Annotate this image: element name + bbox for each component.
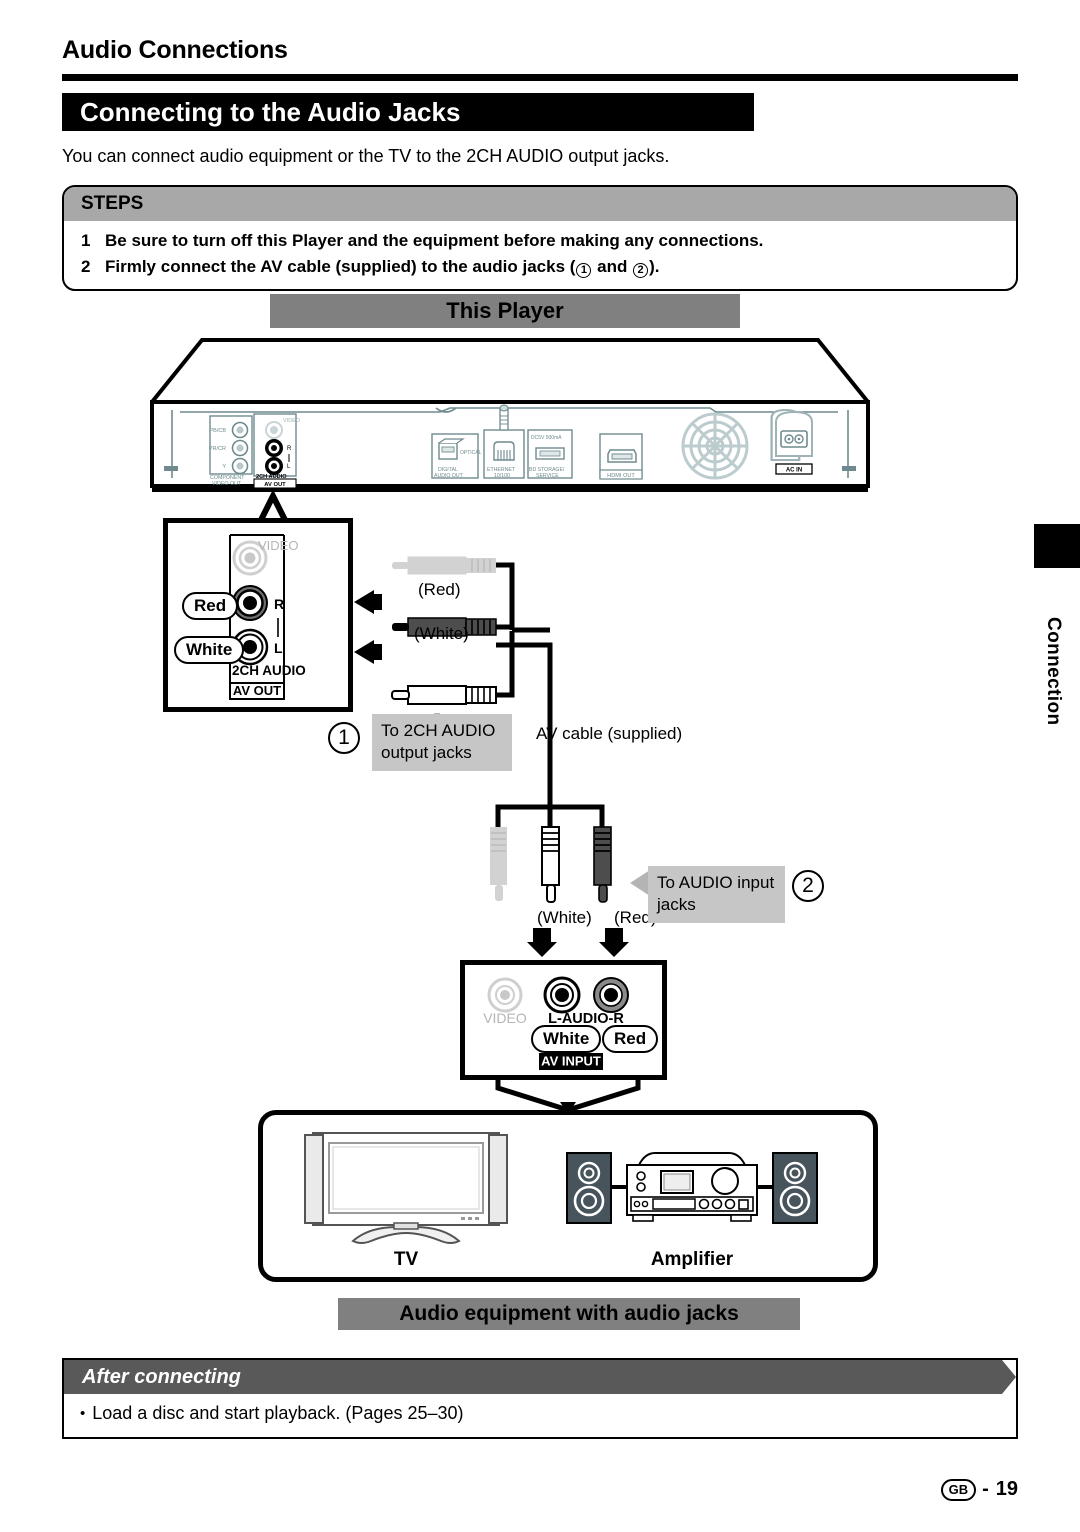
footer-dash: - xyxy=(982,1478,989,1500)
step-number: 1 xyxy=(81,231,91,250)
detail-channel-l: L xyxy=(274,640,283,656)
tv-illustration xyxy=(304,1132,508,1244)
after-connecting-heading: After connecting xyxy=(64,1360,1016,1394)
usb-power-label: DC5V 500mA xyxy=(531,435,562,441)
component-label-pb: PB/CB xyxy=(209,428,226,434)
steps-heading: STEPS xyxy=(64,187,1016,221)
page-header: Audio Connections Connecting to the Audi… xyxy=(62,36,1018,167)
component-caption-2: VIDEO OUT xyxy=(212,481,242,487)
plug-video-bottom xyxy=(490,827,507,901)
plug-red-bottom xyxy=(593,826,612,903)
plug-white-top xyxy=(391,685,497,705)
step-item: 1 Be sure to turn off this Player and th… xyxy=(81,228,1016,254)
hdmi-caption: HDMI OUT xyxy=(607,473,635,479)
section-title: Audio Connections xyxy=(62,36,288,64)
player-rear-panel-illustration: PB/CB PR/CR Y COMPONENT VIDEO OUT VIDEO … xyxy=(147,338,873,498)
callout-2-line2: jacks xyxy=(657,894,696,914)
avin-video-label: VIDEO xyxy=(483,1010,527,1026)
callout-2-text: To AUDIO input jacks xyxy=(648,866,785,923)
bullet-icon: • xyxy=(80,1405,86,1422)
connection-arrows-lower xyxy=(527,928,629,957)
plug-label-red-top: (Red) xyxy=(418,580,461,599)
page-number: 19 xyxy=(995,1478,1018,1500)
after-connecting-body: • Load a disc and start playback. (Pages… xyxy=(64,1394,1016,1437)
detail-channel-r: R xyxy=(274,596,284,612)
callout-marker-1: 1 xyxy=(328,722,360,754)
steps-box: STEPS 1 Be sure to turn off this Player … xyxy=(62,185,1018,291)
ac-in-caption: AC IN xyxy=(786,468,802,474)
amplifier-label: Amplifier xyxy=(650,1249,734,1270)
connection-arrows-upper xyxy=(354,590,382,664)
step-text: Firmly connect the AV cable (supplied) t… xyxy=(105,254,659,280)
region-badge: GB xyxy=(940,1478,977,1501)
step-text-after: ). xyxy=(649,256,660,276)
callout-1-line1: To 2CH AUDIO xyxy=(381,721,496,740)
component-label-pr: PR/CR xyxy=(209,446,226,452)
equipment-bracket xyxy=(495,1078,641,1114)
detail-av-out-caption: AV OUT xyxy=(233,683,281,698)
after-connecting-box: After connecting • Load a disc and start… xyxy=(62,1358,1018,1439)
avin-caption: AV INPUT xyxy=(541,1054,601,1069)
optical-label: OPTICAL xyxy=(460,450,482,456)
callout-1-text: To 2CH AUDIO output jacks xyxy=(372,714,512,771)
step-number: 2 xyxy=(81,256,91,276)
rear-av-out-caption: AV OUT xyxy=(264,482,286,488)
plug-white-bottom xyxy=(541,826,560,903)
detail-2ch-audio-caption: 2CH AUDIO xyxy=(232,663,306,678)
av-out-detail-panel: VIDEO R L 2CH AUDIO AV OUT Red White xyxy=(163,518,353,712)
page-footer: GB - 19 xyxy=(940,1478,1018,1501)
audio-equipment-caption: Audio equipment with audio jacks xyxy=(338,1298,800,1330)
steps-list: 1 Be sure to turn off this Player and th… xyxy=(64,221,1016,289)
component-label-y: Y xyxy=(222,464,226,470)
this-player-caption: This Player xyxy=(270,294,740,328)
ethernet-caption-2: 10/100 xyxy=(494,473,510,479)
rear-panel-svg: PB/CB PR/CR Y COMPONENT VIDEO OUT VIDEO … xyxy=(147,338,873,492)
rear-channel-r: R xyxy=(287,446,292,452)
side-tab-label: Connection xyxy=(1043,616,1064,726)
step-text-mid: and xyxy=(592,256,633,276)
plug-video-top xyxy=(392,556,496,575)
cooling-fan-grille xyxy=(681,412,749,480)
amplifier-illustration xyxy=(566,1152,818,1224)
av-input-detail-svg: VIDEO L-AUDIO-R AV INPUT xyxy=(483,976,629,1070)
step-item: 2 Firmly connect the AV cable (supplied)… xyxy=(81,254,1016,280)
plug-label-white-bottom: (White) xyxy=(537,908,592,927)
detail-white-badge: White xyxy=(174,636,245,665)
tv-label: TV xyxy=(393,1249,419,1270)
callout-marker-2: 2 xyxy=(792,870,824,902)
audio-equipment-box: TV Amplifier xyxy=(258,1110,878,1282)
page-title: Connecting to the Audio Jacks xyxy=(62,93,754,131)
step-text: Be sure to turn off this Player and the … xyxy=(105,231,764,250)
av-cable-label: AV cable (supplied) xyxy=(536,724,683,743)
after-connecting-text: Load a disc and start playback. (Pages 2… xyxy=(92,1403,464,1423)
avin-white-badge: White xyxy=(531,1025,602,1054)
digital-audio-caption-2: AUDIO OUT xyxy=(434,473,464,479)
usb-caption-2: SERVICE xyxy=(536,473,559,479)
circled-number-2: 2 xyxy=(633,262,649,278)
callout-1-line2: output jacks xyxy=(381,742,472,762)
circled-number-1: 1 xyxy=(576,262,592,278)
detail-red-badge: Red xyxy=(182,592,239,621)
plug-label-white-top: (White) xyxy=(414,624,469,643)
avin-red-badge: Red xyxy=(602,1025,659,1054)
side-tab-block xyxy=(1034,524,1080,568)
header-rule xyxy=(62,74,1018,81)
av-input-detail-panel: VIDEO L-AUDIO-R AV INPUT White Red xyxy=(460,960,667,1080)
intro-text: You can connect audio equipment or the T… xyxy=(62,146,670,166)
rear-video-label: VIDEO xyxy=(283,418,301,424)
detail-video-label: VIDEO xyxy=(258,538,298,553)
callout-2-line1: To AUDIO input xyxy=(657,873,775,892)
step-text-before: Firmly connect the AV cable (supplied) t… xyxy=(105,256,576,276)
